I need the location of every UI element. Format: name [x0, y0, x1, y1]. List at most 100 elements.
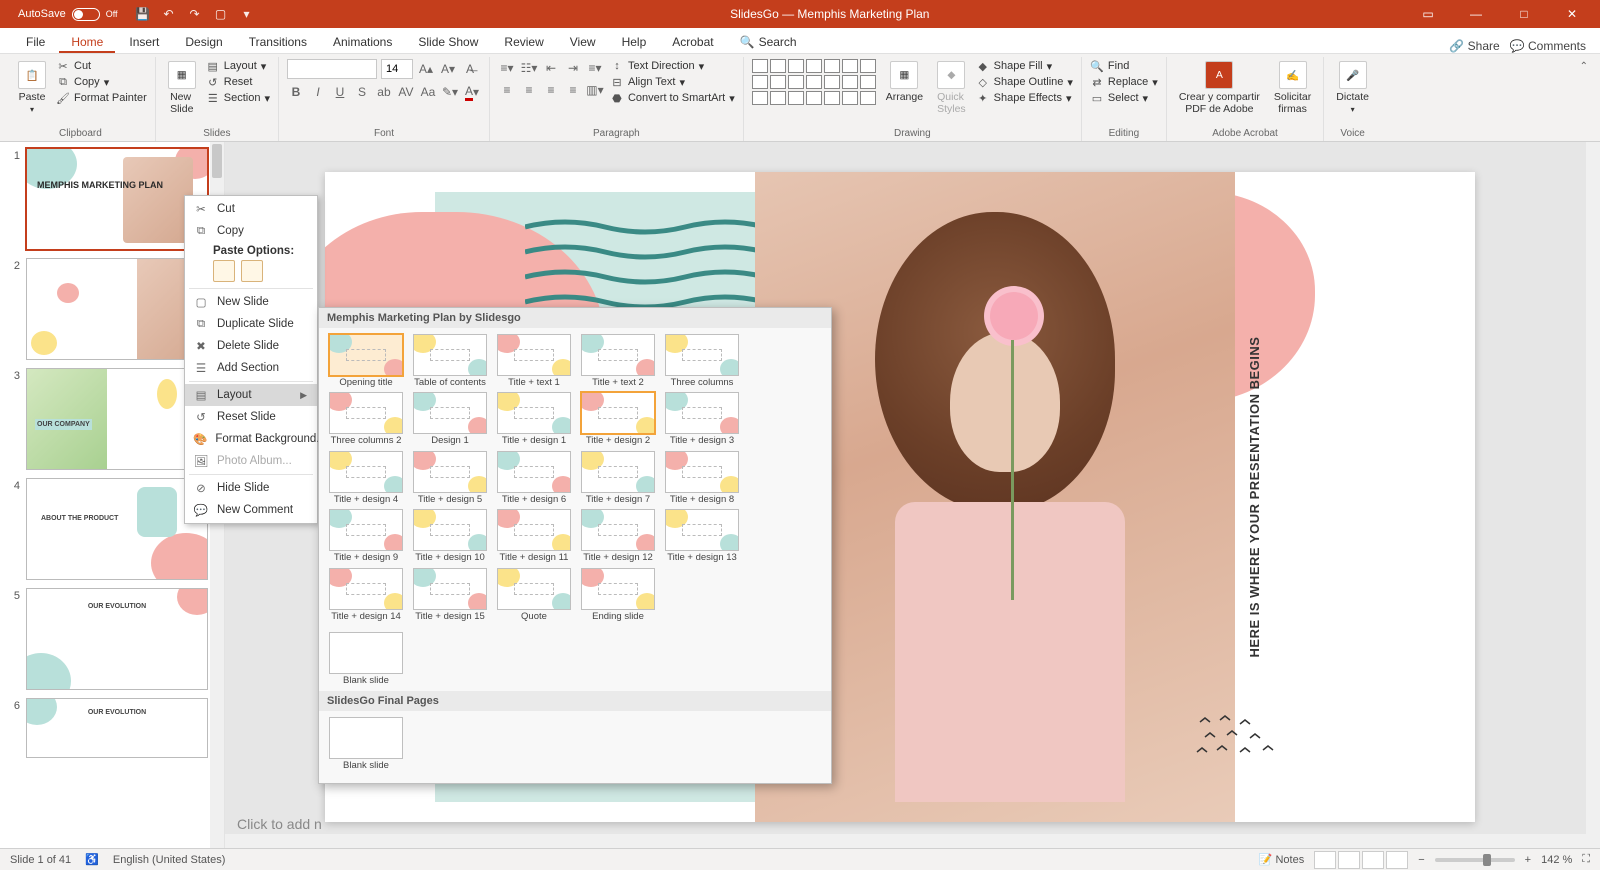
close-icon[interactable]: ✕	[1550, 0, 1594, 28]
slide-thumb-2[interactable]	[26, 258, 208, 360]
layout-option[interactable]: Title + design 8	[663, 451, 741, 505]
layout-option[interactable]: Title + design 14	[327, 568, 405, 622]
tab-animations[interactable]: Animations	[321, 30, 404, 53]
strike-icon[interactable]: ab	[375, 83, 393, 101]
reading-view-icon[interactable]	[1362, 851, 1384, 869]
adobe-create-pdf-button[interactable]: ACrear y compartir PDF de Adobe	[1175, 59, 1264, 117]
align-center-icon[interactable]: ≡	[520, 81, 538, 99]
increase-font-icon[interactable]: A▴	[417, 60, 435, 78]
justify-icon[interactable]: ≡	[564, 81, 582, 99]
accessibility-icon[interactable]: ♿	[85, 853, 99, 866]
replace-button[interactable]: ⇄Replace ▾	[1090, 75, 1158, 89]
select-button[interactable]: ▭Select ▾	[1090, 91, 1158, 105]
slide-thumb-5[interactable]: OUR EVOLUTION	[26, 588, 208, 690]
layout-option[interactable]: Title + design 10	[411, 509, 489, 563]
ctx-delete-slide[interactable]: ✖Delete Slide	[185, 335, 317, 357]
numbering-icon[interactable]: ☷▾	[520, 59, 538, 77]
shapes-gallery[interactable]	[752, 59, 876, 105]
case-icon[interactable]: Aa	[419, 83, 437, 101]
layout-option[interactable]: Table of contents	[411, 334, 489, 388]
layout-button[interactable]: ▤Layout ▾	[206, 59, 270, 73]
adobe-sign-button[interactable]: ✍Solicitar firmas	[1270, 59, 1315, 117]
fit-window-icon[interactable]: ⛶	[1582, 853, 1590, 866]
collapse-ribbon-icon[interactable]: ⌃	[1574, 57, 1594, 141]
new-slide-button[interactable]: ▦New Slide	[164, 59, 200, 117]
shape-outline-button[interactable]: ◇Shape Outline ▾	[976, 75, 1073, 89]
tab-insert[interactable]: Insert	[117, 30, 171, 53]
canvas-hscroll[interactable]	[225, 834, 1586, 848]
text-direction-button[interactable]: ↕Text Direction ▾	[610, 59, 735, 73]
tab-review[interactable]: Review	[492, 30, 555, 53]
autosave-toggle[interactable]: AutoSave Off	[18, 8, 118, 21]
ctx-copy[interactable]: ⧉Copy	[185, 220, 317, 242]
undo-icon[interactable]: ↶	[162, 7, 176, 21]
notes-toggle[interactable]: 📝 Notes	[1259, 853, 1305, 866]
zoom-level[interactable]: 142 %	[1541, 854, 1572, 866]
tab-design[interactable]: Design	[173, 30, 234, 53]
tell-me-search[interactable]: 🔍Search	[728, 30, 809, 53]
layout-option[interactable]: Title + design 2	[579, 392, 657, 446]
layout-option[interactable]: Title + design 15	[411, 568, 489, 622]
normal-view-icon[interactable]	[1314, 851, 1336, 869]
save-icon[interactable]: 💾	[136, 7, 150, 21]
cut-button[interactable]: ✂Cut	[56, 59, 147, 73]
redo-icon[interactable]: ↷	[188, 7, 202, 21]
layout-option[interactable]: Quote	[495, 568, 573, 622]
layout-option[interactable]: Title + design 12	[579, 509, 657, 563]
sorter-view-icon[interactable]	[1338, 851, 1360, 869]
layout-option[interactable]: Title + design 5	[411, 451, 489, 505]
layout-blank-2[interactable]: Blank slide	[327, 717, 405, 771]
notes-placeholder[interactable]: Click to add n	[237, 816, 322, 832]
ctx-format-background[interactable]: 🎨Format Background...	[185, 428, 317, 450]
layout-option[interactable]: Title + design 1	[495, 392, 573, 446]
ctx-new-comment[interactable]: 💬New Comment	[185, 499, 317, 521]
comments-button[interactable]: 💬 Comments	[1510, 39, 1586, 53]
tab-slideshow[interactable]: Slide Show	[406, 30, 490, 53]
layout-option[interactable]: Opening title	[327, 334, 405, 388]
reset-button[interactable]: ↺Reset	[206, 75, 270, 89]
font-color-icon[interactable]: A▾	[463, 83, 481, 101]
underline-icon[interactable]: U	[331, 83, 349, 101]
layout-option[interactable]: Title + text 2	[579, 334, 657, 388]
layout-option[interactable]: Design 1	[411, 392, 489, 446]
shape-fill-button[interactable]: ◆Shape Fill ▾	[976, 59, 1073, 73]
ctx-duplicate-slide[interactable]: ⧉Duplicate Slide	[185, 313, 317, 335]
shape-effects-button[interactable]: ✦Shape Effects ▾	[976, 91, 1073, 105]
ribbon-options-icon[interactable]: ▭	[1406, 0, 1450, 28]
layout-option[interactable]: Title + design 7	[579, 451, 657, 505]
ctx-new-slide[interactable]: ▢New Slide	[185, 291, 317, 313]
zoom-in-icon[interactable]: +	[1525, 854, 1531, 866]
tab-file[interactable]: File	[14, 30, 57, 53]
ctx-layout[interactable]: ▤Layout▶	[185, 384, 317, 406]
highlight-icon[interactable]: ✎▾	[441, 83, 459, 101]
slide-thumb-3[interactable]: OUR COMPANY	[26, 368, 208, 470]
qat-dropdown-icon[interactable]: ▾	[240, 7, 254, 21]
arrange-button[interactable]: ▦Arrange	[882, 59, 927, 105]
align-text-button[interactable]: ⊟Align Text ▾	[610, 75, 735, 89]
tab-home[interactable]: Home	[59, 30, 115, 53]
present-icon[interactable]: ▢	[214, 7, 228, 21]
layout-option[interactable]: Three columns	[663, 334, 741, 388]
language-status[interactable]: English (United States)	[113, 854, 226, 866]
slide-thumb-4[interactable]: ABOUT THE PRODUCT	[26, 478, 208, 580]
decrease-font-icon[interactable]: A▾	[439, 60, 457, 78]
paste-button[interactable]: 📋Paste▾	[14, 59, 50, 116]
font-size-input[interactable]	[381, 59, 413, 79]
zoom-out-icon[interactable]: −	[1418, 854, 1424, 866]
layout-blank-1[interactable]: Blank slide	[327, 632, 405, 686]
line-spacing-icon[interactable]: ≡▾	[586, 59, 604, 77]
convert-smartart-button[interactable]: ⬣Convert to SmartArt ▾	[610, 91, 735, 105]
slideshow-view-icon[interactable]	[1386, 851, 1408, 869]
paste-picture-icon[interactable]	[241, 260, 263, 282]
tab-transitions[interactable]: Transitions	[237, 30, 319, 53]
bold-icon[interactable]: B	[287, 83, 305, 101]
columns-icon[interactable]: ▥▾	[586, 81, 604, 99]
maximize-icon[interactable]: □	[1502, 0, 1546, 28]
layout-option[interactable]: Title + text 1	[495, 334, 573, 388]
tab-acrobat[interactable]: Acrobat	[660, 30, 725, 53]
ctx-cut[interactable]: ✂Cut	[185, 198, 317, 220]
layout-option[interactable]: Title + design 3	[663, 392, 741, 446]
tab-view[interactable]: View	[558, 30, 608, 53]
zoom-slider[interactable]	[1435, 858, 1515, 862]
ctx-hide-slide[interactable]: ⊘Hide Slide	[185, 477, 317, 499]
